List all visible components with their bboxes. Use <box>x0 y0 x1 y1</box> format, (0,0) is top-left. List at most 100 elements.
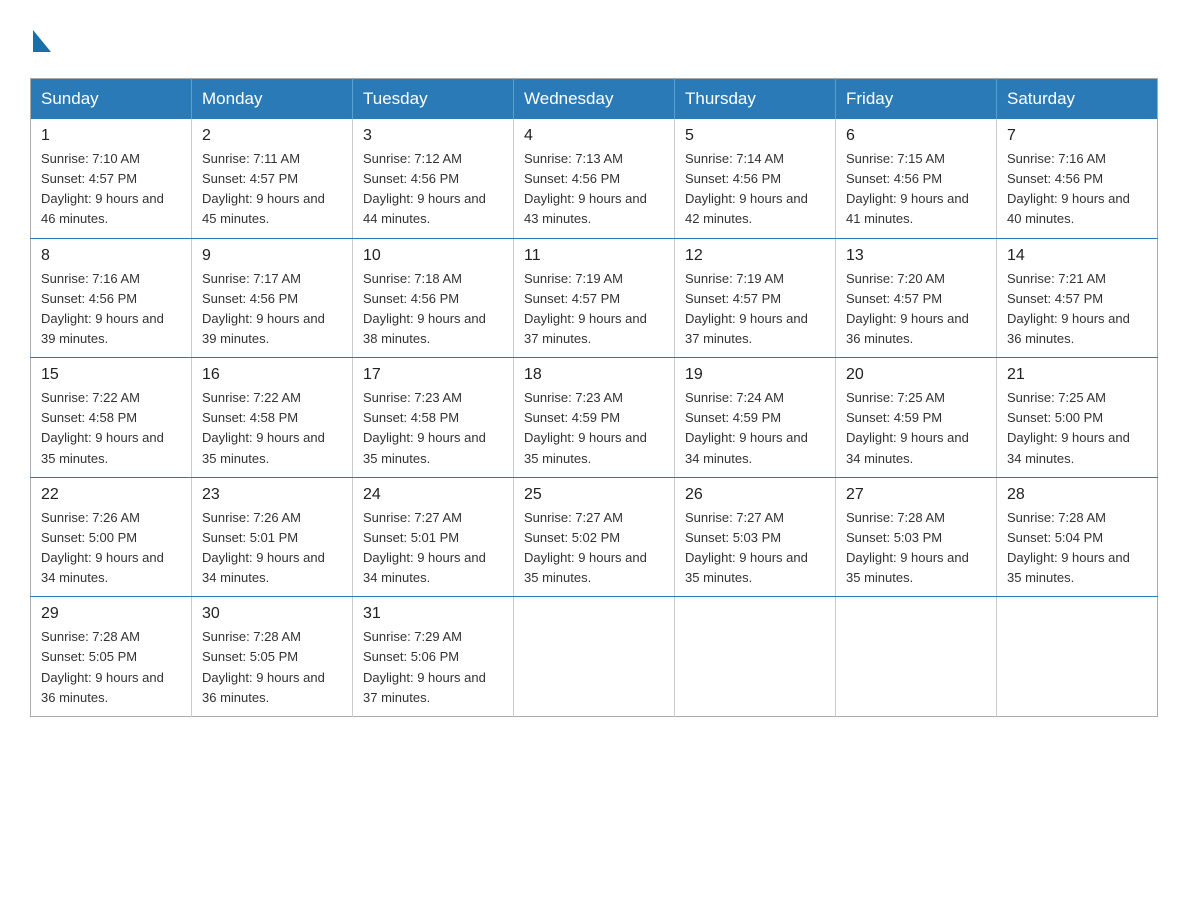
day-cell <box>836 597 997 717</box>
day-info: Sunrise: 7:22 AMSunset: 4:58 PMDaylight:… <box>202 390 325 465</box>
day-info: Sunrise: 7:20 AMSunset: 4:57 PMDaylight:… <box>846 271 969 346</box>
day-number: 27 <box>846 486 986 504</box>
day-number: 1 <box>41 127 181 145</box>
day-number: 30 <box>202 605 342 623</box>
day-cell: 31 Sunrise: 7:29 AMSunset: 5:06 PMDaylig… <box>353 597 514 717</box>
day-cell: 5 Sunrise: 7:14 AMSunset: 4:56 PMDayligh… <box>675 119 836 238</box>
day-cell: 21 Sunrise: 7:25 AMSunset: 5:00 PMDaylig… <box>997 358 1158 478</box>
day-cell: 1 Sunrise: 7:10 AMSunset: 4:57 PMDayligh… <box>31 119 192 238</box>
day-info: Sunrise: 7:21 AMSunset: 4:57 PMDaylight:… <box>1007 271 1130 346</box>
day-info: Sunrise: 7:28 AMSunset: 5:05 PMDaylight:… <box>41 629 164 704</box>
day-number: 10 <box>363 247 503 265</box>
week-row-4: 22 Sunrise: 7:26 AMSunset: 5:00 PMDaylig… <box>31 477 1158 597</box>
day-cell: 11 Sunrise: 7:19 AMSunset: 4:57 PMDaylig… <box>514 238 675 358</box>
day-info: Sunrise: 7:23 AMSunset: 4:59 PMDaylight:… <box>524 390 647 465</box>
day-number: 12 <box>685 247 825 265</box>
day-info: Sunrise: 7:26 AMSunset: 5:00 PMDaylight:… <box>41 510 164 585</box>
day-cell: 25 Sunrise: 7:27 AMSunset: 5:02 PMDaylig… <box>514 477 675 597</box>
logo <box>30 30 51 58</box>
day-cell: 24 Sunrise: 7:27 AMSunset: 5:01 PMDaylig… <box>353 477 514 597</box>
day-cell: 28 Sunrise: 7:28 AMSunset: 5:04 PMDaylig… <box>997 477 1158 597</box>
day-cell: 18 Sunrise: 7:23 AMSunset: 4:59 PMDaylig… <box>514 358 675 478</box>
day-number: 20 <box>846 366 986 384</box>
day-number: 16 <box>202 366 342 384</box>
day-info: Sunrise: 7:27 AMSunset: 5:03 PMDaylight:… <box>685 510 808 585</box>
day-number: 3 <box>363 127 503 145</box>
day-cell: 7 Sunrise: 7:16 AMSunset: 4:56 PMDayligh… <box>997 119 1158 238</box>
day-info: Sunrise: 7:27 AMSunset: 5:02 PMDaylight:… <box>524 510 647 585</box>
day-number: 22 <box>41 486 181 504</box>
header-saturday: Saturday <box>997 79 1158 120</box>
day-info: Sunrise: 7:14 AMSunset: 4:56 PMDaylight:… <box>685 151 808 226</box>
day-number: 2 <box>202 127 342 145</box>
day-cell <box>675 597 836 717</box>
day-cell: 20 Sunrise: 7:25 AMSunset: 4:59 PMDaylig… <box>836 358 997 478</box>
day-cell: 26 Sunrise: 7:27 AMSunset: 5:03 PMDaylig… <box>675 477 836 597</box>
day-info: Sunrise: 7:12 AMSunset: 4:56 PMDaylight:… <box>363 151 486 226</box>
day-info: Sunrise: 7:19 AMSunset: 4:57 PMDaylight:… <box>685 271 808 346</box>
day-info: Sunrise: 7:27 AMSunset: 5:01 PMDaylight:… <box>363 510 486 585</box>
day-info: Sunrise: 7:11 AMSunset: 4:57 PMDaylight:… <box>202 151 325 226</box>
day-cell: 8 Sunrise: 7:16 AMSunset: 4:56 PMDayligh… <box>31 238 192 358</box>
day-cell: 12 Sunrise: 7:19 AMSunset: 4:57 PMDaylig… <box>675 238 836 358</box>
day-number: 5 <box>685 127 825 145</box>
day-number: 14 <box>1007 247 1147 265</box>
day-info: Sunrise: 7:22 AMSunset: 4:58 PMDaylight:… <box>41 390 164 465</box>
day-info: Sunrise: 7:16 AMSunset: 4:56 PMDaylight:… <box>41 271 164 346</box>
day-number: 18 <box>524 366 664 384</box>
day-info: Sunrise: 7:24 AMSunset: 4:59 PMDaylight:… <box>685 390 808 465</box>
day-info: Sunrise: 7:28 AMSunset: 5:04 PMDaylight:… <box>1007 510 1130 585</box>
day-info: Sunrise: 7:15 AMSunset: 4:56 PMDaylight:… <box>846 151 969 226</box>
day-cell: 15 Sunrise: 7:22 AMSunset: 4:58 PMDaylig… <box>31 358 192 478</box>
logo-arrow-icon <box>33 30 51 52</box>
day-info: Sunrise: 7:10 AMSunset: 4:57 PMDaylight:… <box>41 151 164 226</box>
day-cell: 16 Sunrise: 7:22 AMSunset: 4:58 PMDaylig… <box>192 358 353 478</box>
day-cell: 29 Sunrise: 7:28 AMSunset: 5:05 PMDaylig… <box>31 597 192 717</box>
day-info: Sunrise: 7:29 AMSunset: 5:06 PMDaylight:… <box>363 629 486 704</box>
week-row-2: 8 Sunrise: 7:16 AMSunset: 4:56 PMDayligh… <box>31 238 1158 358</box>
day-number: 6 <box>846 127 986 145</box>
day-info: Sunrise: 7:25 AMSunset: 4:59 PMDaylight:… <box>846 390 969 465</box>
day-number: 24 <box>363 486 503 504</box>
week-row-1: 1 Sunrise: 7:10 AMSunset: 4:57 PMDayligh… <box>31 119 1158 238</box>
day-number: 13 <box>846 247 986 265</box>
day-number: 26 <box>685 486 825 504</box>
day-info: Sunrise: 7:28 AMSunset: 5:05 PMDaylight:… <box>202 629 325 704</box>
day-number: 11 <box>524 247 664 265</box>
day-cell: 22 Sunrise: 7:26 AMSunset: 5:00 PMDaylig… <box>31 477 192 597</box>
day-info: Sunrise: 7:19 AMSunset: 4:57 PMDaylight:… <box>524 271 647 346</box>
day-cell: 2 Sunrise: 7:11 AMSunset: 4:57 PMDayligh… <box>192 119 353 238</box>
day-number: 15 <box>41 366 181 384</box>
day-number: 23 <box>202 486 342 504</box>
day-cell: 3 Sunrise: 7:12 AMSunset: 4:56 PMDayligh… <box>353 119 514 238</box>
day-cell: 9 Sunrise: 7:17 AMSunset: 4:56 PMDayligh… <box>192 238 353 358</box>
day-info: Sunrise: 7:18 AMSunset: 4:56 PMDaylight:… <box>363 271 486 346</box>
day-number: 7 <box>1007 127 1147 145</box>
day-cell <box>514 597 675 717</box>
day-info: Sunrise: 7:28 AMSunset: 5:03 PMDaylight:… <box>846 510 969 585</box>
day-info: Sunrise: 7:17 AMSunset: 4:56 PMDaylight:… <box>202 271 325 346</box>
header-sunday: Sunday <box>31 79 192 120</box>
day-cell: 4 Sunrise: 7:13 AMSunset: 4:56 PMDayligh… <box>514 119 675 238</box>
day-number: 28 <box>1007 486 1147 504</box>
header-friday: Friday <box>836 79 997 120</box>
header-tuesday: Tuesday <box>353 79 514 120</box>
header-thursday: Thursday <box>675 79 836 120</box>
day-number: 9 <box>202 247 342 265</box>
day-number: 21 <box>1007 366 1147 384</box>
day-info: Sunrise: 7:25 AMSunset: 5:00 PMDaylight:… <box>1007 390 1130 465</box>
day-info: Sunrise: 7:23 AMSunset: 4:58 PMDaylight:… <box>363 390 486 465</box>
day-cell: 10 Sunrise: 7:18 AMSunset: 4:56 PMDaylig… <box>353 238 514 358</box>
day-cell: 14 Sunrise: 7:21 AMSunset: 4:57 PMDaylig… <box>997 238 1158 358</box>
day-number: 19 <box>685 366 825 384</box>
day-cell: 13 Sunrise: 7:20 AMSunset: 4:57 PMDaylig… <box>836 238 997 358</box>
day-number: 25 <box>524 486 664 504</box>
day-cell: 19 Sunrise: 7:24 AMSunset: 4:59 PMDaylig… <box>675 358 836 478</box>
header-monday: Monday <box>192 79 353 120</box>
day-number: 31 <box>363 605 503 623</box>
day-info: Sunrise: 7:16 AMSunset: 4:56 PMDaylight:… <box>1007 151 1130 226</box>
page-header <box>30 20 1158 58</box>
day-cell: 17 Sunrise: 7:23 AMSunset: 4:58 PMDaylig… <box>353 358 514 478</box>
day-cell: 30 Sunrise: 7:28 AMSunset: 5:05 PMDaylig… <box>192 597 353 717</box>
week-row-5: 29 Sunrise: 7:28 AMSunset: 5:05 PMDaylig… <box>31 597 1158 717</box>
